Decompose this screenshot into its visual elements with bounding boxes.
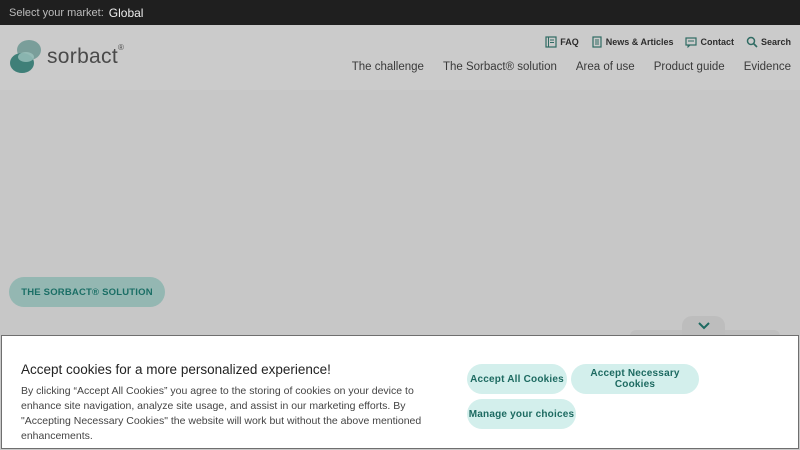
scroll-down-button[interactable] bbox=[682, 316, 725, 336]
chevron-down-icon bbox=[697, 322, 710, 330]
nav-item-evidence[interactable]: Evidence bbox=[744, 61, 791, 73]
contact-link[interactable]: Contact bbox=[685, 36, 734, 48]
utility-nav: FAQ News & Articles Contact Search bbox=[545, 36, 791, 48]
contact-label: Contact bbox=[700, 37, 734, 47]
site-header: sorbact® FAQ News & Articles Contact Sea… bbox=[0, 25, 800, 90]
news-icon bbox=[592, 36, 602, 48]
manage-choices-button[interactable]: Manage your choices bbox=[467, 399, 576, 429]
accept-all-cookies-button[interactable]: Accept All Cookies bbox=[467, 364, 567, 394]
faq-icon bbox=[545, 36, 557, 48]
contact-icon bbox=[685, 37, 698, 48]
cookie-title: Accept cookies for a more personalized e… bbox=[21, 362, 331, 377]
market-label: Select your market: bbox=[9, 6, 104, 19]
hero-solution-button[interactable]: THE SORBACT® SOLUTION bbox=[9, 277, 165, 307]
news-articles-label: News & Articles bbox=[605, 37, 674, 47]
market-selector-bar[interactable]: Select your market: Global bbox=[0, 0, 800, 25]
search-link[interactable]: Search bbox=[746, 36, 791, 48]
sorbact-logo[interactable]: sorbact® bbox=[9, 37, 124, 77]
nav-item-area-of-use[interactable]: Area of use bbox=[576, 61, 635, 73]
logo-wordmark: sorbact® bbox=[47, 43, 125, 68]
faq-link[interactable]: FAQ bbox=[545, 36, 579, 48]
cookie-description: By clicking “Accept All Cookies” you agr… bbox=[21, 385, 422, 442]
faq-label: FAQ bbox=[560, 37, 579, 47]
hero-section: THE SORBACT® SOLUTION bbox=[0, 90, 800, 338]
search-icon bbox=[746, 36, 758, 48]
nav-item-solution[interactable]: The Sorbact® solution bbox=[443, 61, 557, 73]
nav-item-challenge[interactable]: The challenge bbox=[352, 61, 424, 73]
news-articles-link[interactable]: News & Articles bbox=[591, 36, 674, 48]
search-label: Search bbox=[760, 37, 791, 47]
market-value[interactable]: Global bbox=[109, 6, 144, 20]
sorbact-logo-icon bbox=[10, 40, 41, 73]
main-nav: The challenge The Sorbact® solution Area… bbox=[352, 61, 791, 73]
nav-item-product-guide[interactable]: Product guide bbox=[654, 61, 725, 73]
accept-necessary-cookies-button[interactable]: Accept Necessary Cookies bbox=[571, 364, 699, 394]
cookie-banner: Accept cookies for a more personalized e… bbox=[1, 335, 799, 449]
